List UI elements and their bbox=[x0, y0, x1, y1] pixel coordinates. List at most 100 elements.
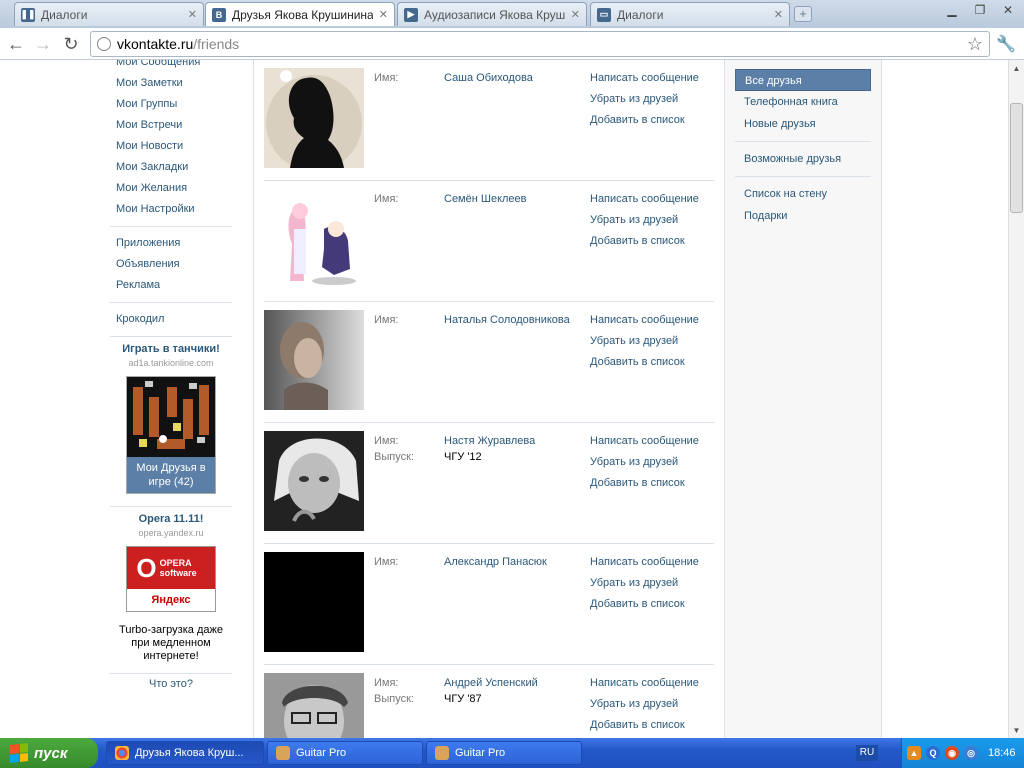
friend-name-link[interactable]: Саша Обиходова bbox=[444, 72, 533, 84]
tray-app-icon[interactable]: ▲ bbox=[907, 746, 921, 760]
add-to-list-link[interactable]: Добавить в список bbox=[590, 719, 685, 731]
send-message-link[interactable]: Написать сообщение bbox=[590, 435, 699, 447]
menu-item-wishes[interactable]: Мои Желания bbox=[110, 178, 232, 199]
browser-tab-1[interactable]: ❚❚ Диалоги ✕ bbox=[14, 2, 204, 26]
language-indicator[interactable]: RU bbox=[856, 745, 878, 761]
tab-title: Аудиозаписи Якова Крушин bbox=[424, 7, 565, 22]
browser-tab-3[interactable]: ▶ Аудиозаписи Якова Крушин ✕ bbox=[397, 2, 587, 26]
menu-item-news[interactable]: Мои Новости bbox=[110, 136, 232, 157]
divider bbox=[110, 673, 232, 674]
remove-friend-link[interactable]: Убрать из друзей bbox=[590, 456, 678, 468]
divider bbox=[735, 141, 871, 142]
filter-all-friends[interactable]: Все друзья bbox=[735, 69, 871, 91]
scroll-down-icon[interactable]: ▼ bbox=[1009, 722, 1024, 738]
close-icon[interactable]: ✕ bbox=[571, 8, 580, 21]
tray-network-icon[interactable]: ◎ bbox=[964, 746, 978, 760]
remove-friend-link[interactable]: Убрать из друзей bbox=[590, 335, 678, 347]
vertical-scrollbar[interactable]: ▲ ▼ bbox=[1008, 60, 1024, 738]
filter-new-friends[interactable]: Новые друзья bbox=[735, 113, 871, 135]
name-label: Имя: bbox=[374, 435, 399, 447]
ad-banner-caption[interactable]: Мои Друзья в игре (42) bbox=[127, 457, 215, 493]
add-to-list-link[interactable]: Добавить в список bbox=[590, 235, 685, 247]
scroll-up-icon[interactable]: ▲ bbox=[1009, 60, 1024, 76]
filter-possible-friends[interactable]: Возможные друзья bbox=[735, 148, 871, 170]
menu-item-groups[interactable]: Мои Группы bbox=[110, 94, 232, 115]
friend-name-link[interactable]: Александр Панасюк bbox=[444, 556, 547, 568]
friend-name-link[interactable]: Семён Шеклеев bbox=[444, 193, 527, 205]
start-label: пуск bbox=[34, 744, 68, 762]
menu-item-events[interactable]: Мои Встречи bbox=[110, 115, 232, 136]
new-tab-button[interactable]: + bbox=[794, 6, 812, 22]
ad-banner[interactable]: O OPERA software Яндекс bbox=[126, 546, 216, 612]
browser-tab-4[interactable]: ▭ Диалоги ✕ bbox=[590, 2, 790, 26]
menu-item-apps[interactable]: Приложения bbox=[110, 233, 232, 254]
menu-item-settings[interactable]: Мои Настройки bbox=[110, 199, 232, 220]
browser-toolbar: ← → ↻ vkontakte.ru/friends ☆ 🔧 bbox=[0, 28, 1024, 60]
ad-title[interactable]: Opera 11.11! bbox=[110, 513, 232, 525]
guitar-pro-icon bbox=[276, 746, 290, 760]
name-label: Имя: bbox=[374, 72, 399, 84]
friend-row: Имя: Александр Панасюк Написать сообщение У… bbox=[264, 544, 714, 665]
close-icon[interactable]: ✕ bbox=[188, 8, 197, 21]
minimize-icon[interactable]: ▁ bbox=[938, 0, 966, 20]
tab-title: Диалоги bbox=[41, 7, 88, 22]
friend-avatar[interactable] bbox=[264, 310, 364, 410]
remove-friend-link[interactable]: Убрать из друзей bbox=[590, 214, 678, 226]
browser-tab-2[interactable]: В Друзья Якова Крушинина | В ✕ bbox=[205, 2, 395, 26]
menu-item-crocodile[interactable]: Крокодил bbox=[110, 309, 232, 330]
send-message-link[interactable]: Написать сообщение bbox=[590, 72, 699, 84]
forward-icon[interactable]: → bbox=[32, 33, 54, 55]
ad-help-link[interactable]: Что это? bbox=[149, 678, 193, 690]
add-to-list-link[interactable]: Добавить в список bbox=[590, 114, 685, 126]
add-to-list-link[interactable]: Добавить в список bbox=[590, 356, 685, 368]
friend-name-link[interactable]: Наталья Солодовникова bbox=[444, 314, 570, 326]
address-bar[interactable]: vkontakte.ru/friends ☆ bbox=[90, 31, 990, 57]
taskbar-item-guitar-pro-2[interactable]: Guitar Pro bbox=[426, 741, 582, 765]
close-window-icon[interactable]: ✕ bbox=[994, 0, 1022, 20]
ad-tanki[interactable]: Играть в танчики! ad1a.tankionline.com М… bbox=[110, 343, 232, 494]
filter-phone-book[interactable]: Телефонная книга bbox=[735, 91, 871, 113]
list-to-wall-link[interactable]: Список на стену bbox=[735, 183, 871, 205]
tray-search-icon[interactable]: Q bbox=[926, 746, 940, 760]
add-to-list-link[interactable]: Добавить в список bbox=[590, 598, 685, 610]
ad-opera[interactable]: Opera 11.11! opera.yandex.ru O OPERA sof… bbox=[110, 513, 232, 663]
ad-title[interactable]: Играть в танчики! bbox=[110, 343, 232, 355]
send-message-link[interactable]: Написать сообщение bbox=[590, 677, 699, 689]
send-message-link[interactable]: Написать сообщение bbox=[590, 556, 699, 568]
friend-name-link[interactable]: Андрей Успенский bbox=[444, 677, 538, 689]
restore-icon[interactable]: ❐ bbox=[966, 0, 994, 20]
bookmark-star-icon[interactable]: ☆ bbox=[967, 34, 983, 55]
close-icon[interactable]: ✕ bbox=[774, 8, 783, 21]
remove-friend-link[interactable]: Убрать из друзей bbox=[590, 93, 678, 105]
menu-item-ads[interactable]: Объявления bbox=[110, 254, 232, 275]
friend-avatar[interactable] bbox=[264, 673, 364, 738]
send-message-link[interactable]: Написать сообщение bbox=[590, 193, 699, 205]
friend-avatar[interactable] bbox=[264, 552, 364, 652]
wrench-icon[interactable]: 🔧 bbox=[996, 34, 1016, 54]
ad-banner[interactable]: Мои Друзья в игре (42) bbox=[126, 376, 216, 494]
vk-dialog-icon: ❚❚ bbox=[20, 7, 36, 22]
friend-avatar[interactable] bbox=[264, 68, 364, 168]
menu-item-notes[interactable]: Мои Заметки bbox=[110, 73, 232, 94]
add-to-list-link[interactable]: Добавить в список bbox=[590, 477, 685, 489]
taskbar-item-guitar-pro-1[interactable]: Guitar Pro bbox=[267, 741, 423, 765]
opera-logo-text: OPERA software bbox=[159, 558, 197, 578]
menu-item-messages[interactable]: Мои Сообщения bbox=[110, 60, 232, 73]
menu-item-advertising[interactable]: Реклама bbox=[110, 275, 232, 296]
close-icon[interactable]: ✕ bbox=[379, 8, 388, 21]
back-icon[interactable]: ← bbox=[5, 33, 27, 55]
gifts-link[interactable]: Подарки bbox=[735, 205, 871, 227]
friend-name-link[interactable]: Настя Журавлева bbox=[444, 435, 535, 447]
start-button[interactable]: пуск bbox=[0, 738, 98, 768]
friend-avatar[interactable] bbox=[264, 431, 364, 531]
reload-icon[interactable]: ↻ bbox=[60, 33, 82, 55]
friend-avatar[interactable] bbox=[264, 189, 364, 289]
scrollbar-thumb[interactable] bbox=[1010, 103, 1023, 213]
send-message-link[interactable]: Написать сообщение bbox=[590, 314, 699, 326]
graduation-label: Выпуск: bbox=[374, 693, 414, 705]
menu-item-bookmarks[interactable]: Мои Закладки bbox=[110, 157, 232, 178]
tray-firefox-icon[interactable]: ◉ bbox=[945, 746, 959, 760]
remove-friend-link[interactable]: Убрать из друзей bbox=[590, 698, 678, 710]
taskbar-item-chrome[interactable]: Друзья Якова Круш... bbox=[106, 741, 264, 765]
remove-friend-link[interactable]: Убрать из друзей bbox=[590, 577, 678, 589]
